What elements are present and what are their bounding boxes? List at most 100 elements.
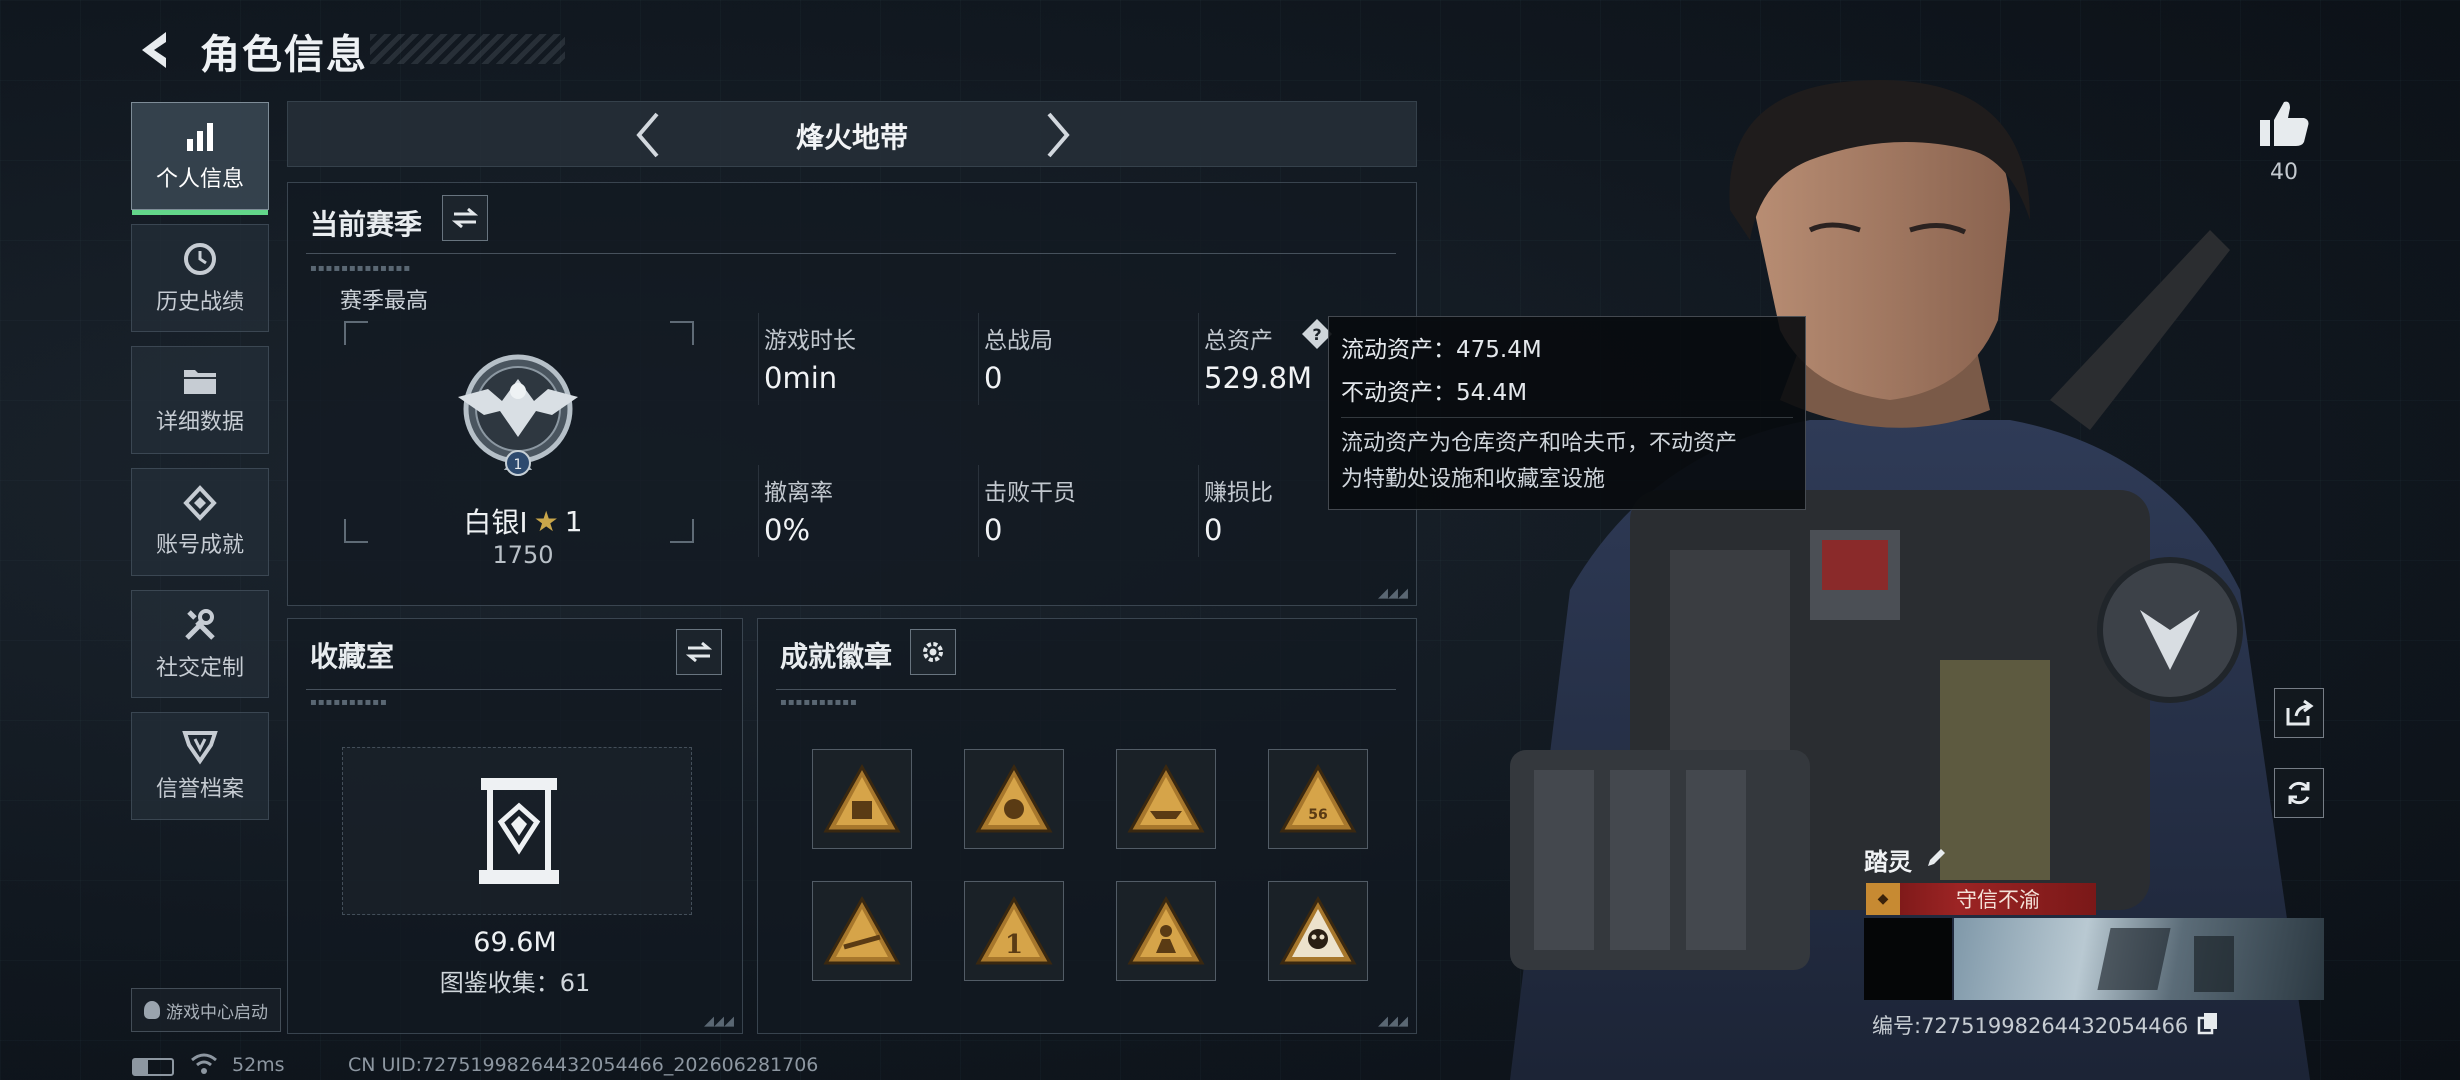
battery-icon <box>132 1058 174 1076</box>
history-clock-icon <box>181 240 219 278</box>
stat-label-playtime: 游戏时长 <box>764 328 856 354</box>
badges-panel: 成就徽章 ▪▪▪▪▪▪▪▪▪▪ 56 1 ◢◢◢ <box>757 618 1417 1034</box>
achievement-badge[interactable] <box>1268 881 1368 981</box>
badge-number-one-icon: 1 <box>975 895 1053 965</box>
badges-settings-button[interactable] <box>910 629 956 675</box>
edit-name-button[interactable] <box>1924 846 1948 874</box>
game-center-icon <box>144 1001 160 1019</box>
assets-description-line2: 为特勤处设施和收藏室设施 <box>1341 467 1606 492</box>
next-mode-button[interactable] <box>1028 102 1088 168</box>
achievement-badge[interactable] <box>964 749 1064 849</box>
badge-boat-icon <box>1127 763 1205 833</box>
gear-icon <box>923 642 943 662</box>
badge-soldier-icon <box>1127 895 1205 965</box>
sidebar-item-label: 账号成就 <box>155 533 244 558</box>
like-button[interactable] <box>2256 96 2312 152</box>
corner-decor: ◢◢◢ <box>704 1014 734 1029</box>
collection-room-preview[interactable] <box>342 747 692 915</box>
stat-label-operators-defeated: 击败干员 <box>984 480 1076 506</box>
folder-icon <box>181 364 219 398</box>
player-namecard-banner[interactable] <box>1954 918 2324 1000</box>
season-best-label: 赛季最高 <box>340 289 429 314</box>
collection-value: 69.6M <box>473 927 557 958</box>
svg-text:?: ? <box>1312 325 1321 344</box>
stat-value-profit-ratio: 0 <box>1204 513 1223 547</box>
achievement-badge[interactable]: 56 <box>1268 749 1368 849</box>
player-name: 踏灵 <box>1864 848 1912 876</box>
sidebar-item-detailed-data[interactable]: 详细数据 <box>131 346 269 454</box>
catalog-count: 图鉴收集：61 <box>439 969 591 997</box>
share-button[interactable] <box>2274 688 2324 738</box>
sidebar-item-label: 社交定制 <box>155 656 244 681</box>
collection-panel: 收藏室 ▪▪▪▪▪▪▪▪▪▪ 69.6M 图鉴收集：61 ◢◢◢ <box>287 618 743 1034</box>
decor-dots: ▪▪▪▪▪▪▪▪▪▪ <box>780 697 858 708</box>
stat-label-total-matches: 总战局 <box>984 328 1053 354</box>
bar-chart-icon <box>182 119 218 155</box>
season-title: 当前赛季 <box>310 208 423 241</box>
stat-label-extract-rate: 撤离率 <box>764 480 833 506</box>
game-center-launch-button[interactable]: 游戏中心启动 <box>131 988 281 1032</box>
achievement-badge[interactable] <box>812 749 912 849</box>
copy-icon <box>2198 1013 2218 1035</box>
badge-emblem-icon <box>975 763 1053 833</box>
stat-value-playtime: 0min <box>764 361 838 395</box>
switch-arrows-icon <box>686 641 712 663</box>
achievement-badge[interactable] <box>812 881 912 981</box>
panel-divider <box>306 689 722 690</box>
stat-value-total-matches: 0 <box>984 361 1003 395</box>
stat-label-profit-ratio: 赚损比 <box>1204 480 1273 506</box>
fixed-assets: 不动资产：54.4M <box>1341 380 1528 406</box>
sidebar-item-label: 个人信息 <box>155 167 244 192</box>
achievement-badge[interactable] <box>1116 881 1216 981</box>
launch-label: 游戏中心启动 <box>166 1002 268 1023</box>
player-name-row: 踏灵 <box>1864 842 1948 877</box>
tools-icon <box>181 606 219 644</box>
season-switch-button[interactable] <box>442 195 488 241</box>
svg-text:1: 1 <box>1005 930 1023 960</box>
client-uid: CN UID:72751998264432054466_202606281706 <box>348 1054 819 1076</box>
svg-text:1: 1 <box>514 457 523 473</box>
title-decoration <box>370 34 565 64</box>
rank-name: 白银I <box>463 506 528 539</box>
svg-text:56: 56 <box>1308 807 1327 823</box>
achievement-badge[interactable]: 1 <box>964 881 1064 981</box>
panel-divider <box>776 689 1396 690</box>
achievement-badge[interactable] <box>1116 749 1216 849</box>
mode-name: 烽火地带 <box>795 121 908 154</box>
badges-title: 成就徽章 <box>780 640 893 673</box>
player-avatar[interactable] <box>1864 918 1952 1000</box>
corner-decor: ◢◢◢ <box>1378 586 1408 601</box>
like-count: 40 <box>2270 160 2298 185</box>
player-uid-row: 编号:7275199826443205446​6 <box>1872 1010 2220 1040</box>
sidebar-item-personal-info[interactable]: 个人信息 <box>131 102 269 215</box>
wifi-icon <box>190 1052 218 1080</box>
stat-value-extract-rate: 0% <box>764 513 811 547</box>
sidebar-item-history[interactable]: 历史战绩 <box>131 224 269 332</box>
back-button[interactable] <box>128 22 184 78</box>
sidebar-item-account-achievements[interactable]: 账号成就 <box>131 468 269 576</box>
sidebar-item-credit-record[interactable]: 信誉档案 <box>131 712 269 820</box>
corner-decor: ◢◢◢ <box>1378 1014 1408 1029</box>
assets-tooltip: 流动资产：475.4M 不动资产：54.4M 流动资产为仓库资产和哈夫币，不动资… <box>1328 316 1806 510</box>
switch-arrows-icon <box>452 207 478 229</box>
sidebar-item-label: 信誉档案 <box>155 777 244 802</box>
assets-description-line1: 流动资产为仓库资产和哈夫币，不动资产 <box>1341 431 1738 456</box>
badge-skull-icon <box>1279 895 1357 965</box>
sidebar-item-social-customize[interactable]: 社交定制 <box>131 590 269 698</box>
shield-badge-icon <box>181 729 219 765</box>
badge-crate-icon <box>823 763 901 833</box>
share-icon <box>2286 699 2314 726</box>
gold-star-icon: ★ <box>533 504 559 538</box>
silver-rank-emblem: 1 <box>448 345 588 489</box>
rank-name-row: 白银I ★ 1 <box>398 501 648 541</box>
copy-uid-button[interactable] <box>2196 1011 2220 1039</box>
decor-dots: ▪▪▪▪▪▪▪▪▪▪▪▪▪ <box>310 263 412 274</box>
player-uid: 编号:7275199826443205446​6 <box>1872 1014 2189 1038</box>
sidebar-item-label: 详细数据 <box>155 410 244 435</box>
stat-label-total-assets: 总资产 <box>1204 328 1273 354</box>
rank-points: 1750 <box>492 541 554 569</box>
stat-value-total-assets: 529.8M <box>1204 361 1313 395</box>
refresh-button[interactable] <box>2274 768 2324 818</box>
collection-switch-button[interactable] <box>676 629 722 675</box>
title-badge-text: 守信不渝 <box>1956 888 2040 912</box>
